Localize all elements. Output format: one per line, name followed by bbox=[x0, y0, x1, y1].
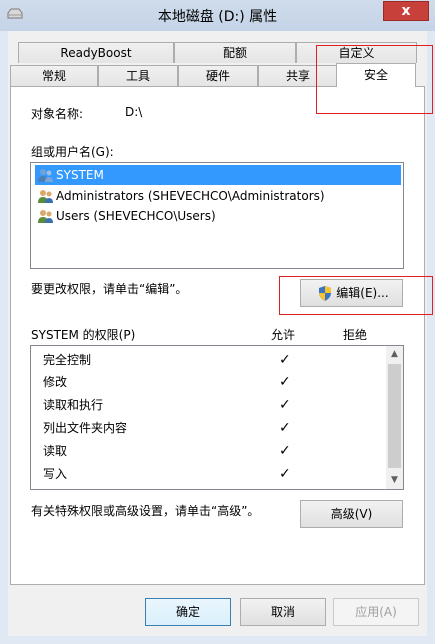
permission-name: 完全控制 bbox=[43, 353, 92, 367]
permission-row: 修改 ✓ bbox=[43, 371, 383, 393]
tab-quota[interactable]: 配额 bbox=[174, 42, 296, 63]
allow-header: 允许 bbox=[271, 328, 296, 342]
tab-general[interactable]: 常规 bbox=[10, 65, 98, 86]
permission-row: 读取和执行 ✓ bbox=[43, 394, 383, 416]
users-group-icon bbox=[38, 190, 53, 203]
permissions-list[interactable]: 完全控制 ✓ 修改 ✓ 读取和执行 ✓ 列出文件夹内容 ✓ 读取 ✓ 写入 ✓ … bbox=[30, 345, 404, 490]
permission-name: 读取和执行 bbox=[43, 398, 104, 412]
close-button[interactable]: x bbox=[383, 1, 429, 21]
allow-check-icon: ✓ bbox=[279, 420, 291, 436]
user-name: Administrators (SHEVECHCO\Administrators… bbox=[56, 189, 325, 203]
annotation-box-security-tab bbox=[316, 45, 433, 114]
permission-row: 完全控制 ✓ bbox=[43, 349, 383, 371]
apply-button[interactable]: 应用(A) bbox=[333, 598, 419, 626]
tab-hardware[interactable]: 硬件 bbox=[178, 65, 258, 86]
list-item[interactable]: SYSTEM bbox=[35, 165, 401, 185]
user-name: Users (SHEVECHCO\Users) bbox=[56, 209, 216, 223]
permission-name: 列出文件夹内容 bbox=[43, 421, 128, 435]
permission-name: 写入 bbox=[43, 467, 68, 481]
tab-readyboost[interactable]: ReadyBoost bbox=[18, 42, 174, 63]
permission-row: 写入 ✓ bbox=[43, 463, 383, 485]
user-name: SYSTEM bbox=[56, 168, 104, 182]
allow-check-icon: ✓ bbox=[279, 443, 291, 459]
tab-tools[interactable]: 工具 bbox=[98, 65, 178, 86]
window-title: 本地磁盘 (D:) 属性 bbox=[157, 9, 278, 25]
scrollbar-thumb[interactable] bbox=[388, 364, 401, 468]
permission-row: 读取 ✓ bbox=[43, 440, 383, 462]
deny-header: 拒绝 bbox=[343, 328, 368, 342]
object-name-label: 对象名称: bbox=[31, 107, 84, 121]
advanced-hint: 有关特殊权限或高级设置，请单击“高级”。 bbox=[31, 504, 260, 518]
allow-check-icon: ✓ bbox=[279, 352, 291, 368]
cancel-button[interactable]: 取消 bbox=[240, 598, 326, 626]
scroll-up-icon[interactable]: ▲ bbox=[386, 346, 403, 363]
object-name-value: D:\ bbox=[125, 105, 143, 119]
advanced-button[interactable]: 高级(V) bbox=[300, 500, 403, 528]
scroll-down-icon[interactable]: ▼ bbox=[386, 472, 403, 489]
groups-listbox[interactable]: SYSTEM Administrators (SHEVECHCO\Adminis… bbox=[30, 162, 404, 269]
allow-check-icon: ✓ bbox=[279, 466, 291, 482]
users-group-icon bbox=[38, 210, 53, 223]
permissions-scrollbar[interactable]: ▲ ▼ bbox=[386, 346, 403, 489]
edit-hint: 要更改权限，请单击“编辑”。 bbox=[31, 282, 188, 296]
permission-name: 读取 bbox=[43, 444, 68, 458]
users-group-icon bbox=[38, 169, 53, 182]
permission-row: 列出文件夹内容 ✓ bbox=[43, 417, 383, 439]
annotation-box-edit-button bbox=[279, 276, 433, 315]
groups-label: 组或用户名(G): bbox=[31, 145, 114, 159]
permissions-title: SYSTEM 的权限(P) bbox=[31, 328, 136, 342]
allow-check-icon: ✓ bbox=[279, 374, 291, 390]
ok-button[interactable]: 确定 bbox=[145, 598, 231, 626]
permission-name: 修改 bbox=[43, 375, 68, 389]
title-bar: 本地磁盘 (D:) 属性 x bbox=[0, 0, 435, 31]
allow-check-icon: ✓ bbox=[279, 397, 291, 413]
